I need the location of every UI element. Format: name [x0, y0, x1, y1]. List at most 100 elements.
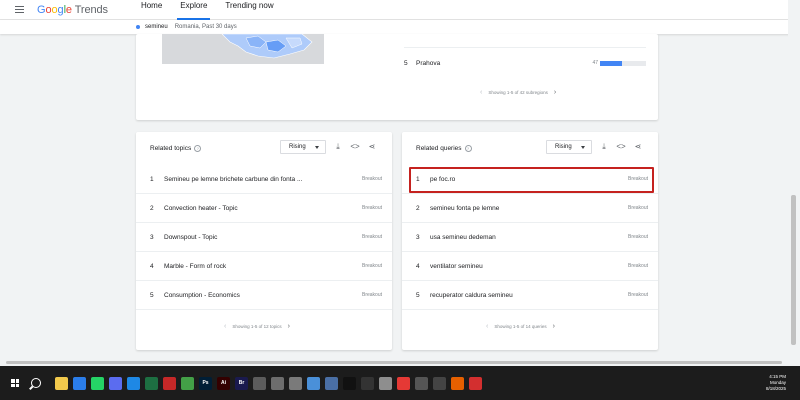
- nav-explore[interactable]: Explore: [171, 0, 216, 20]
- queries-filter-select[interactable]: Rising: [546, 140, 592, 154]
- app-blue-icon[interactable]: [127, 376, 140, 390]
- vertical-scrollbar[interactable]: [788, 0, 800, 366]
- list-item[interactable]: 2 Convection heater - Topic Breakout: [136, 194, 392, 223]
- list-item-value: Breakout: [361, 205, 382, 211]
- nav-home[interactable]: Home: [132, 0, 171, 20]
- notes-icon[interactable]: [253, 376, 266, 390]
- list-item[interactable]: 4 Marble - Form of rock Breakout: [136, 252, 392, 281]
- help-icon[interactable]: ?: [194, 145, 202, 152]
- panel-title: Related topics ?: [150, 145, 202, 152]
- help-icon[interactable]: ?: [464, 145, 472, 152]
- caret-down-icon: [315, 146, 319, 149]
- chevron-right-icon[interactable]: ›: [553, 323, 555, 330]
- windows-start-icon[interactable]: [11, 379, 19, 387]
- spreadsheet-icon[interactable]: [145, 376, 158, 390]
- horizontal-scrollbar[interactable]: [0, 359, 786, 366]
- pdf-icon[interactable]: [163, 376, 176, 390]
- colorful-app-icon[interactable]: [397, 376, 410, 390]
- list-item-value: Breakout: [627, 205, 648, 211]
- scrollbar-thumb[interactable]: [6, 361, 782, 364]
- list-item-label: usa semineu dedeman: [430, 233, 496, 241]
- list-item-value: Breakout: [361, 234, 382, 240]
- list-item[interactable]: 5 Consumption - Economics Breakout: [136, 281, 392, 310]
- settings-app-icon[interactable]: [415, 376, 428, 390]
- region-map-shape: [221, 34, 313, 59]
- list-item-rank: 3: [416, 233, 420, 241]
- illustrator-icon[interactable]: Ai: [217, 376, 230, 390]
- list-item-value: Breakout: [361, 292, 382, 298]
- search-term[interactable]: semineu: [145, 24, 168, 30]
- list-item-value: Breakout: [627, 176, 648, 182]
- list-item[interactable]: 2 semineu fonta pe lemne Breakout: [402, 194, 658, 223]
- document-icon[interactable]: [271, 376, 284, 390]
- list-item-value: Breakout: [627, 292, 648, 298]
- list-item[interactable]: 1 Semineu pe lemne brichete carbune din f…: [136, 165, 392, 194]
- red-app-icon[interactable]: [469, 376, 482, 390]
- region-bar: [600, 60, 646, 66]
- list-item-label: Downspout - Topic: [164, 233, 218, 241]
- list-item[interactable]: 3 Downspout - Topic Breakout: [136, 223, 392, 252]
- list-item-value: Breakout: [627, 263, 648, 269]
- list-item[interactable]: 3 usa semineu dedeman Breakout: [402, 223, 658, 252]
- region-pager: ‹ Showing 1-5 of 42 subregions ›: [480, 89, 557, 96]
- topics-filter-select[interactable]: Rising: [280, 140, 326, 154]
- list-item[interactable]: 5 recuperator caldura semineu Breakout: [402, 281, 658, 310]
- tiktok-icon[interactable]: [343, 376, 356, 390]
- list-item-rank: 2: [150, 204, 154, 212]
- list-item-value: Breakout: [361, 263, 382, 269]
- region-row[interactable]: 5 Prahova 47: [404, 56, 646, 70]
- region-value: 47: [592, 60, 598, 66]
- chevron-left-icon[interactable]: ‹: [480, 89, 482, 96]
- caret-down-icon: [581, 146, 585, 149]
- firefox-icon[interactable]: [451, 376, 464, 390]
- region-bar-fill: [600, 60, 622, 66]
- list-item-value: Breakout: [361, 176, 382, 182]
- share-icon[interactable]: ⋖: [633, 142, 643, 152]
- list-item[interactable]: 1 pe foc.ro Breakout: [402, 165, 658, 194]
- chevron-left-icon[interactable]: ‹: [486, 323, 488, 330]
- list-item-rank: 4: [416, 262, 420, 270]
- search-icon[interactable]: [31, 378, 41, 388]
- file-explorer-icon[interactable]: [55, 376, 68, 390]
- menu-icon[interactable]: [15, 6, 24, 13]
- chrome-icon[interactable]: [73, 376, 86, 390]
- chevron-right-icon[interactable]: ›: [554, 89, 556, 96]
- scrollbar-thumb[interactable]: [791, 195, 796, 345]
- system-clock[interactable]: 4:15 PM Monday 8/18/2025: [766, 374, 786, 392]
- bridge-icon[interactable]: Br: [235, 376, 248, 390]
- region-divider: [404, 47, 646, 48]
- share-icon[interactable]: ⋖: [367, 142, 377, 152]
- clock-app-icon[interactable]: [433, 376, 446, 390]
- chevron-left-icon[interactable]: ‹: [224, 323, 226, 330]
- google-trends-logo[interactable]: Google Trends: [37, 4, 108, 16]
- list-item[interactable]: 4 ventilator semineu Breakout: [402, 252, 658, 281]
- list-item-label: recuperator caldura semineu: [430, 291, 513, 299]
- book-icon[interactable]: [325, 376, 338, 390]
- photoshop-icon[interactable]: Ps: [199, 376, 212, 390]
- whatsapp-icon[interactable]: [91, 376, 104, 390]
- region-map[interactable]: [162, 34, 324, 64]
- search-term-bar: semineu Romania, Past 30 days: [0, 20, 800, 34]
- leaf-app-icon[interactable]: [181, 376, 194, 390]
- download-icon[interactable]: ⤓: [599, 142, 609, 152]
- list-item-label: Marble - Form of rock: [164, 262, 227, 270]
- list-item-label: Semineu pe lemne brichete carbune din fo…: [164, 175, 303, 183]
- main-nav: Home Explore Trending now: [132, 0, 283, 20]
- bolt-app-icon[interactable]: [361, 376, 374, 390]
- list-item-rank: 1: [150, 175, 154, 183]
- paint-icon[interactable]: [379, 376, 392, 390]
- embed-icon[interactable]: <>: [350, 142, 360, 152]
- nav-trending-now[interactable]: Trending now: [216, 0, 282, 20]
- list-item-label: pe foc.ro: [430, 175, 456, 183]
- image-viewer-icon[interactable]: [307, 376, 320, 390]
- mail-icon[interactable]: [289, 376, 302, 390]
- list-item-rank: 3: [150, 233, 154, 241]
- list-item-value: Breakout: [627, 234, 648, 240]
- chat-app-icon[interactable]: [109, 376, 122, 390]
- download-icon[interactable]: ⤓: [333, 142, 343, 152]
- list-item-label: Convection heater - Topic: [164, 204, 238, 212]
- embed-icon[interactable]: <>: [616, 142, 626, 152]
- list-item-rank: 5: [150, 291, 154, 299]
- chevron-right-icon[interactable]: ›: [288, 323, 290, 330]
- topics-list: 1 Semineu pe lemne brichete carbune din f…: [136, 165, 392, 310]
